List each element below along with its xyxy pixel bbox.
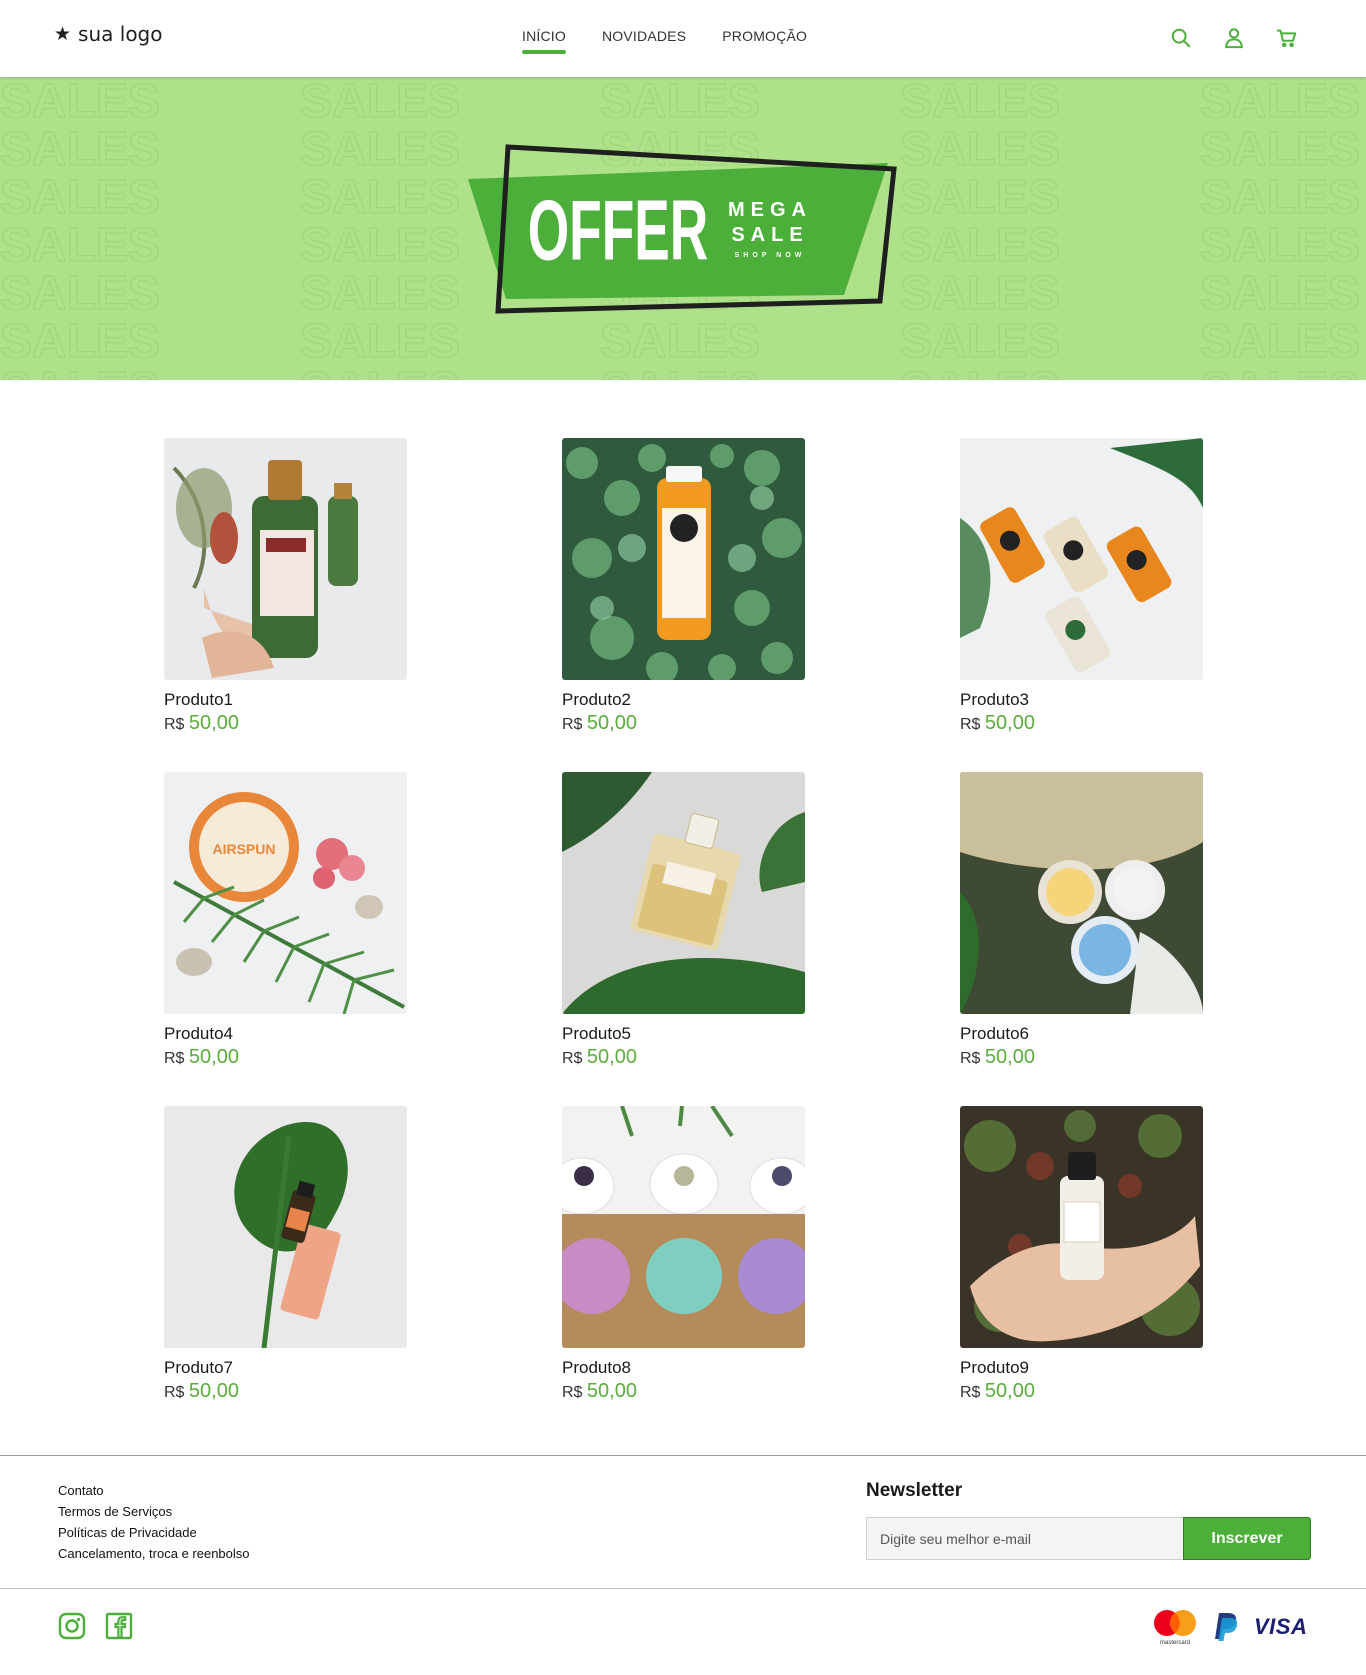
price-currency: R$ — [164, 1050, 185, 1067]
nav-promocao[interactable]: PROMOÇÃO — [722, 28, 807, 44]
footer: Contato Termos de Serviços Políticas de … — [0, 1455, 1366, 1589]
mega-text: MEGA — [728, 199, 812, 221]
newsletter-subscribe-button[interactable]: Inscrever — [1183, 1517, 1311, 1560]
price-currency: R$ — [960, 1384, 981, 1401]
paypal-icon — [1215, 1613, 1238, 1641]
mastercard-text: mastercard — [1160, 1640, 1190, 1646]
site-header: ★ sua logo INÍCIO NOVIDADES PROMOÇÃO — [0, 0, 1366, 77]
product-name[interactable]: Produto4 — [164, 1024, 407, 1044]
product-name[interactable]: Produto7 — [164, 1358, 407, 1378]
footer-link-cancelamento[interactable]: Cancelamento, troca e reenbolso — [58, 1543, 250, 1564]
product-price: R$ 50,00 — [960, 1046, 1203, 1070]
payment-methods: mastercard VISA — [1152, 1608, 1307, 1646]
nav-novidades[interactable]: NOVIDADES — [602, 28, 686, 44]
sale-text: SALE — [731, 224, 808, 246]
product-card[interactable]: Produto7 R$ 50,00 — [164, 1106, 407, 1404]
product-price: R$ 50,00 — [164, 1380, 407, 1404]
offer-badge[interactable]: OFFER MEGA SALE SHOP NOW — [468, 141, 900, 316]
product-image[interactable] — [562, 772, 805, 1014]
price-currency: R$ — [960, 716, 981, 733]
product-name[interactable]: Produto2 — [562, 690, 805, 710]
search-icon[interactable] — [1165, 22, 1196, 53]
visa-icon: VISA — [1254, 1614, 1308, 1639]
product-price: R$ 50,00 — [164, 712, 407, 736]
product-image[interactable]: AIRSPUN — [164, 772, 407, 1014]
shop-now-text: SHOP NOW — [735, 252, 806, 259]
product-name[interactable]: Produto5 — [562, 1024, 805, 1044]
product-image[interactable] — [960, 772, 1203, 1014]
price-value: 50,00 — [984, 712, 1035, 734]
product-image[interactable] — [562, 1106, 805, 1348]
svg-text:AIRSPUN: AIRSPUN — [212, 841, 275, 857]
user-icon[interactable] — [1218, 22, 1249, 53]
product-card[interactable]: Produto9 R$ 50,00 — [960, 1106, 1203, 1404]
footer-link-contato[interactable]: Contato — [58, 1480, 250, 1501]
price-currency: R$ — [164, 716, 185, 733]
product-price: R$ 50,00 — [960, 712, 1203, 736]
facebook-icon[interactable] — [105, 1612, 133, 1640]
newsletter-title: Newsletter — [866, 1480, 963, 1501]
header-actions — [1165, 22, 1302, 53]
product-price: R$ 50,00 — [562, 1380, 805, 1404]
price-value: 50,00 — [188, 1380, 239, 1402]
promo-banner[interactable]: SALES OFFER MEGA SALE SHOP NOW — [0, 77, 1366, 380]
logo-text: sua logo — [78, 22, 163, 46]
product-image[interactable] — [164, 1106, 407, 1348]
product-name[interactable]: Produto1 — [164, 690, 407, 710]
product-card[interactable]: Produto5 R$ 50,00 — [562, 772, 805, 1070]
product-card[interactable]: Produto2 R$ 50,00 — [562, 438, 805, 736]
social-links — [58, 1612, 133, 1640]
product-price: R$ 50,00 — [960, 1380, 1203, 1404]
cart-icon[interactable] — [1271, 22, 1302, 53]
price-value: 50,00 — [984, 1380, 1035, 1402]
product-price: R$ 50,00 — [562, 712, 805, 736]
price-currency: R$ — [562, 716, 583, 733]
product-image[interactable] — [562, 438, 805, 680]
price-value: 50,00 — [984, 1046, 1035, 1068]
logo[interactable]: ★ sua logo — [54, 22, 162, 46]
product-name[interactable]: Produto8 — [562, 1358, 805, 1378]
instagram-icon[interactable] — [58, 1612, 86, 1640]
price-value: 50,00 — [586, 1046, 637, 1068]
product-card[interactable]: Produto3 R$ 50,00 — [960, 438, 1203, 736]
nav-inicio[interactable]: INÍCIO — [522, 28, 566, 54]
product-name[interactable]: Produto9 — [960, 1358, 1203, 1378]
price-value: 50,00 — [188, 712, 239, 734]
price-currency: R$ — [562, 1384, 583, 1401]
newsletter-form: Inscrever — [866, 1517, 1311, 1560]
product-name[interactable]: Produto6 — [960, 1024, 1203, 1044]
newsletter-email-input[interactable] — [866, 1517, 1183, 1560]
offer-word: OFFER — [528, 184, 709, 279]
product-image[interactable] — [960, 1106, 1203, 1348]
product-card[interactable]: Produto8 R$ 50,00 — [562, 1106, 805, 1404]
product-name[interactable]: Produto3 — [960, 690, 1203, 710]
main-nav: INÍCIO NOVIDADES PROMOÇÃO — [522, 28, 807, 54]
product-image[interactable] — [960, 438, 1203, 680]
footer-link-privacidade[interactable]: Políticas de Privacidade — [58, 1522, 250, 1543]
star-icon: ★ — [54, 22, 72, 45]
product-card[interactable]: AIRSPUN Produto4 R$ 50,00 — [164, 772, 407, 1070]
price-value: 50,00 — [188, 1046, 239, 1068]
footer-link-termos[interactable]: Termos de Serviços — [58, 1501, 250, 1522]
product-image[interactable] — [164, 438, 407, 680]
price-value: 50,00 — [586, 1380, 637, 1402]
product-card[interactable]: Produto1 R$ 50,00 — [164, 438, 407, 736]
product-price: R$ 50,00 — [562, 1046, 805, 1070]
price-value: 50,00 — [586, 712, 637, 734]
price-currency: R$ — [562, 1050, 583, 1067]
footer-links: Contato Termos de Serviços Políticas de … — [58, 1480, 250, 1564]
product-card[interactable]: Produto6 R$ 50,00 — [960, 772, 1203, 1070]
price-currency: R$ — [164, 1384, 185, 1401]
price-currency: R$ — [960, 1050, 981, 1067]
product-price: R$ 50,00 — [164, 1046, 407, 1070]
mastercard-icon: mastercard — [1154, 1610, 1196, 1646]
